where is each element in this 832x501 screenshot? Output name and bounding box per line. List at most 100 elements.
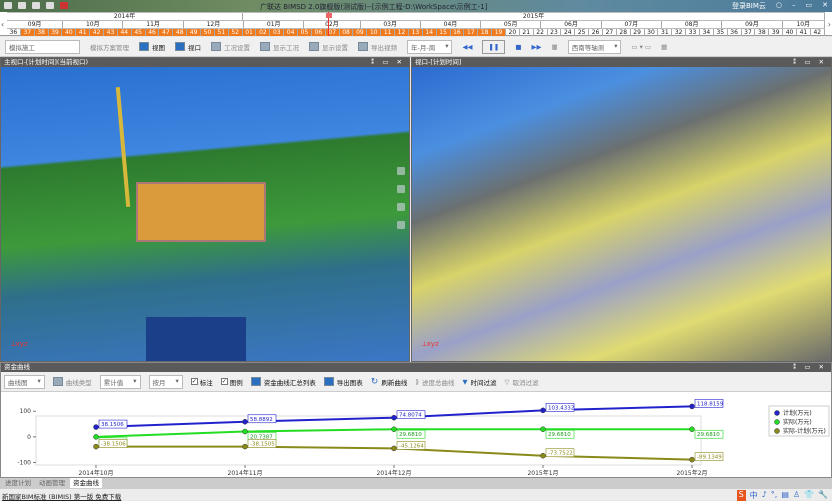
tab-fund-curve[interactable]: 资金曲线 bbox=[70, 478, 102, 488]
week-cell[interactable]: 16 bbox=[450, 29, 465, 36]
fit-icon[interactable] bbox=[397, 221, 405, 229]
week-cell[interactable]: 23 bbox=[548, 29, 562, 36]
timeline-next[interactable]: › bbox=[828, 20, 831, 29]
week-cell[interactable]: 45 bbox=[131, 29, 146, 36]
viewport-button[interactable]: 视口 bbox=[175, 42, 201, 52]
week-cell[interactable]: 48 bbox=[173, 29, 188, 36]
week-cell[interactable]: 14 bbox=[422, 29, 437, 36]
week-cell[interactable]: 22 bbox=[534, 29, 548, 36]
new-icon[interactable] bbox=[4, 2, 12, 9]
tab-schedule[interactable]: 进度计划 bbox=[2, 478, 34, 488]
week-cell[interactable]: 42 bbox=[811, 29, 825, 36]
grid-icon[interactable]: ▦ bbox=[552, 43, 558, 51]
show-condition-button[interactable]: 显示工况 bbox=[260, 42, 299, 52]
open-icon[interactable] bbox=[18, 2, 26, 9]
week-cell[interactable]: 11 bbox=[381, 29, 396, 36]
week-cell[interactable]: 40 bbox=[783, 29, 797, 36]
3d-scene[interactable]: ⟂xyz bbox=[1, 67, 409, 361]
fast-forward-button[interactable]: ▶▶ bbox=[532, 43, 542, 51]
stop-button[interactable]: ■ bbox=[515, 43, 521, 51]
week-cell[interactable]: 12 bbox=[395, 29, 409, 36]
week-cell[interactable]: 38 bbox=[755, 29, 770, 36]
export-chart-button[interactable]: 导出图表 bbox=[323, 377, 363, 387]
week-cell[interactable]: 06 bbox=[311, 29, 326, 36]
week-cell[interactable]: 31 bbox=[658, 29, 673, 36]
secondary-viewport[interactable]: 视口-[计划时间] ⁑ ▭ ✕ ⟂xyz bbox=[411, 57, 832, 362]
week-cell[interactable]: 35 bbox=[714, 29, 728, 36]
week-cell[interactable]: 40 bbox=[62, 29, 77, 36]
week-cell[interactable]: 08 bbox=[339, 29, 354, 36]
tools-icon[interactable]: 🔧 bbox=[818, 490, 828, 501]
view-button[interactable]: 视图 bbox=[139, 42, 165, 52]
week-cell[interactable]: 36 bbox=[728, 29, 742, 36]
punctuation-icon[interactable]: °, bbox=[771, 490, 778, 501]
week-cell[interactable]: 17 bbox=[464, 29, 479, 36]
help-button[interactable]: ○ bbox=[776, 1, 782, 11]
zoom-icon[interactable] bbox=[397, 203, 405, 211]
moon-icon[interactable]: ♪ bbox=[762, 490, 767, 501]
close-button[interactable]: ✕ bbox=[822, 1, 828, 11]
week-cell[interactable]: 32 bbox=[672, 29, 687, 36]
rotate-icon[interactable] bbox=[397, 185, 405, 193]
week-cell[interactable]: 37 bbox=[742, 29, 756, 36]
week-cell[interactable]: 38 bbox=[34, 29, 49, 36]
week-cell[interactable]: 41 bbox=[797, 29, 811, 36]
skin-icon[interactable]: 👕 bbox=[804, 490, 814, 501]
save-icon[interactable] bbox=[32, 2, 40, 9]
chinese-mode-icon[interactable]: 中 bbox=[750, 490, 758, 501]
period-select[interactable]: 年-月-周 ▾ bbox=[407, 39, 453, 54]
pause-button[interactable]: ❚❚ bbox=[482, 39, 506, 54]
keyboard-icon[interactable]: ▤ bbox=[781, 490, 789, 501]
week-cell[interactable]: 39 bbox=[769, 29, 784, 36]
week-cell[interactable]: 46 bbox=[145, 29, 160, 36]
progress-curve-button[interactable]: ⟫ 进度总曲线 bbox=[415, 377, 454, 387]
week-cell[interactable]: 27 bbox=[603, 29, 617, 36]
week-cell[interactable]: 42 bbox=[90, 29, 105, 36]
label-checkbox[interactable]: ✓ 标注 bbox=[190, 377, 213, 387]
week-cell[interactable]: 37 bbox=[20, 29, 35, 36]
week-cell[interactable]: 50 bbox=[201, 29, 215, 36]
display-settings-button[interactable]: 显示设置 bbox=[309, 42, 348, 52]
mode-select[interactable]: 模拟施工 bbox=[5, 39, 80, 54]
summary-table-button[interactable]: 资金曲线汇总列表 bbox=[250, 377, 316, 387]
viewport-controls[interactable]: ⁑ ▭ ✕ bbox=[793, 58, 827, 67]
legend-checkbox[interactable]: ✓ 图例 bbox=[220, 377, 243, 387]
week-cell[interactable]: 24 bbox=[561, 29, 576, 36]
viewport-controls[interactable]: ⁑ ▭ ✕ bbox=[371, 58, 405, 67]
week-cell[interactable]: 43 bbox=[104, 29, 118, 36]
week-cell[interactable]: 51 bbox=[214, 29, 229, 36]
scheme-manage-button[interactable]: 模拟方案管理 bbox=[90, 42, 129, 52]
panel-controls[interactable]: ⁑ ▭ ✕ bbox=[793, 363, 827, 372]
week-cell[interactable]: 36 bbox=[7, 29, 21, 36]
pan-icon[interactable] bbox=[397, 167, 405, 175]
week-cell[interactable]: 26 bbox=[589, 29, 603, 36]
main-viewport[interactable]: 主视口-[计划时间](当前视口) ⁑ ▭ ✕ ⟂xyz bbox=[0, 57, 410, 362]
chart-select[interactable]: 曲线图 ▾ bbox=[4, 374, 45, 389]
week-cell[interactable]: 05 bbox=[298, 29, 312, 36]
layout-icon[interactable]: ▦ bbox=[661, 43, 667, 51]
week-cell[interactable]: 33 bbox=[686, 29, 700, 36]
week-cell[interactable]: 34 bbox=[700, 29, 714, 36]
week-cell[interactable]: 01 bbox=[242, 29, 257, 36]
week-cell[interactable]: 04 bbox=[284, 29, 299, 36]
current-time-marker[interactable] bbox=[326, 12, 334, 36]
week-cell[interactable]: 03 bbox=[270, 29, 285, 36]
timeline[interactable]: ‹ › 2014年 2015年 09月 10月 11月 12月 01月 02月 03月 04月… bbox=[0, 12, 832, 36]
week-cell[interactable]: 02 bbox=[256, 29, 271, 36]
accumulate-select[interactable]: 累计值 ▾ bbox=[99, 374, 141, 389]
cancel-filter-button[interactable]: ▽ 取消过滤 bbox=[504, 377, 538, 387]
timeline-prev[interactable]: ‹ bbox=[1, 20, 4, 29]
3d-scene[interactable]: ⟂xyz bbox=[412, 67, 831, 361]
time-filter-button[interactable]: ▼ 时间过滤 bbox=[462, 377, 496, 387]
week-cell[interactable]: 20 bbox=[506, 29, 520, 36]
period-select[interactable]: 按月 ▾ bbox=[148, 374, 183, 389]
refresh-button[interactable]: ↻ 刷新曲线 bbox=[371, 377, 408, 387]
user-icon[interactable]: ♙ bbox=[793, 490, 800, 501]
week-cell[interactable]: 41 bbox=[76, 29, 91, 36]
week-cell[interactable]: 28 bbox=[617, 29, 631, 36]
close-project-icon[interactable] bbox=[60, 2, 68, 9]
week-cell[interactable]: 44 bbox=[117, 29, 132, 36]
sogou-icon[interactable]: S bbox=[736, 490, 746, 501]
week-cell[interactable]: 25 bbox=[575, 29, 590, 36]
week-cell[interactable]: 39 bbox=[48, 29, 63, 36]
